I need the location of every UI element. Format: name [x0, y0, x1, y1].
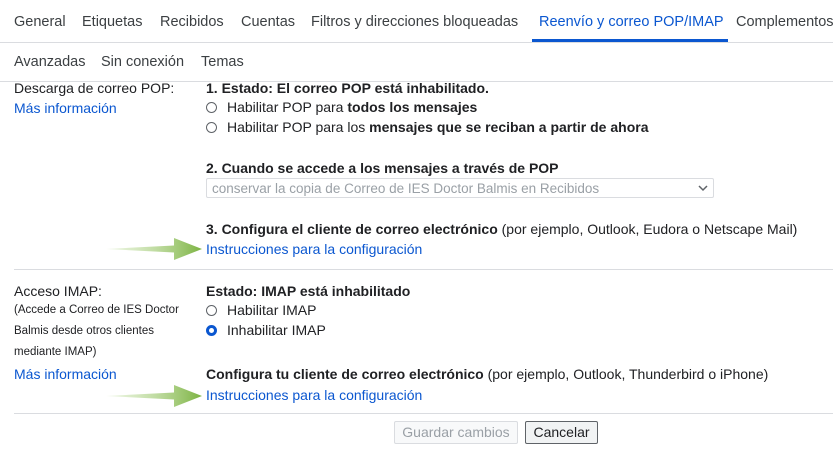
pop-all-messages-label[interactable]: Habilitar POP para todos los mensajes: [227, 99, 477, 115]
imap-enable-label[interactable]: Habilitar IMAP: [227, 302, 316, 318]
imap-disable-label[interactable]: Inhabilitar IMAP: [227, 322, 326, 338]
pop-access-select[interactable]: conservar la copia de Correo de IES Doct…: [206, 178, 714, 198]
pop-instructions-link[interactable]: Instrucciones para la configuración: [206, 241, 422, 257]
pop-from-now-label[interactable]: Habilitar POP para los mensajes que se r…: [227, 119, 648, 135]
arrow-annotation-icon: [106, 385, 202, 407]
pop-access-heading: 2. Cuando se accede a los mensajes a tra…: [206, 160, 559, 176]
imap-section-label: Acceso IMAP:: [14, 283, 102, 299]
pop-from-now-radio[interactable]: [206, 122, 217, 133]
imap-disable-radio[interactable]: [206, 325, 217, 336]
settings-tabs: General Etiquetas Recibidos Cuentas Filt…: [0, 0, 833, 43]
tab-complementos[interactable]: Complementos: [736, 14, 833, 30]
section-divider: [14, 269, 833, 270]
pop-all-messages-radio[interactable]: [206, 102, 217, 113]
tab-filtros[interactable]: Filtros y direcciones bloqueadas: [311, 14, 518, 30]
imap-description-line2: Balmis desde otros clientes: [14, 325, 154, 337]
tab-etiquetas[interactable]: Etiquetas: [82, 14, 142, 30]
arrow-annotation-icon: [106, 238, 202, 260]
chevron-down-icon: [697, 181, 709, 197]
imap-instructions-link[interactable]: Instrucciones para la configuración: [206, 387, 422, 403]
imap-enable-radio[interactable]: [206, 305, 217, 316]
imap-status: Estado: IMAP está inhabilitado: [206, 283, 411, 299]
tab-general[interactable]: General: [14, 14, 66, 30]
pop-access-select-value: conservar la copia de Correo de IES Doct…: [212, 181, 600, 196]
pop-section-label: Descarga de correo POP:: [14, 80, 175, 96]
imap-description-line1: (Accede a Correo de IES Doctor: [14, 304, 179, 316]
imap-description-line3: mediante IMAP): [14, 346, 97, 358]
cancel-button[interactable]: Cancelar: [525, 421, 598, 444]
pop-status: 1. Estado: El correo POP está inhabilita…: [206, 80, 489, 96]
tab-reenvio-pop-imap[interactable]: Reenvío y correo POP/IMAP: [539, 14, 724, 30]
imap-more-info-link[interactable]: Más información: [14, 366, 117, 382]
save-changes-button[interactable]: Guardar cambios: [394, 421, 518, 444]
settings-tabs-row2: Avanzadas Sin conexión Temas: [0, 42, 833, 82]
tab-sin-conexion[interactable]: Sin conexión: [101, 54, 184, 70]
pop-more-info-link[interactable]: Más información: [14, 100, 117, 116]
section-divider: [14, 413, 833, 414]
tab-temas[interactable]: Temas: [201, 54, 244, 70]
pop-configure-heading: 3. Configura el cliente de correo electr…: [206, 221, 798, 237]
imap-configure-heading: Configura tu cliente de correo electróni…: [206, 366, 769, 382]
tab-avanzadas[interactable]: Avanzadas: [14, 54, 85, 70]
tab-cuentas[interactable]: Cuentas: [241, 14, 295, 30]
tab-recibidos[interactable]: Recibidos: [160, 14, 224, 30]
